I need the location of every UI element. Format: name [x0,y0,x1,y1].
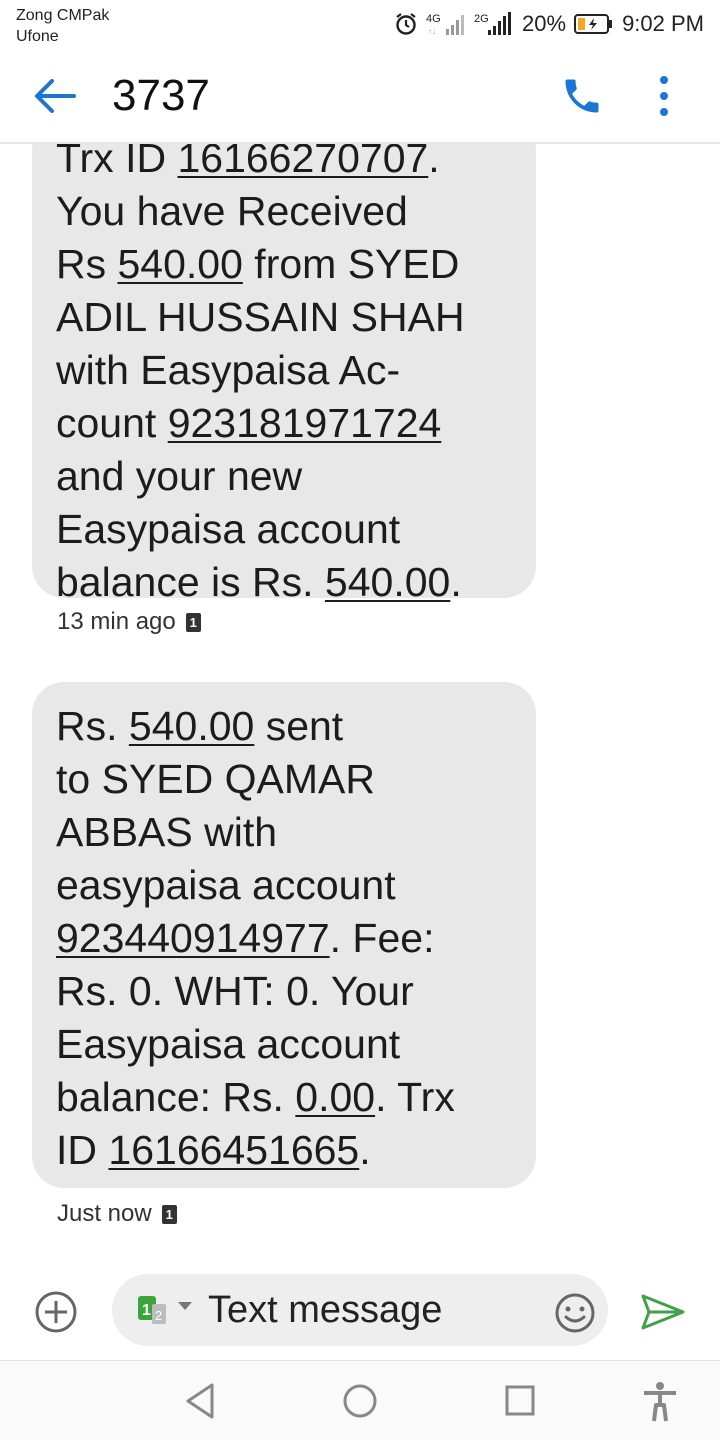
message-line: Easypaisa account [56,506,401,552]
message-line: You have Received [56,188,408,234]
message-line: Rs. 540.00 sent [56,703,344,749]
sim-primary-label: 1 [142,1302,151,1319]
message-line: balance is Rs. 540.00. [56,559,462,605]
send-icon[interactable] [640,1292,686,1332]
message-line: Easypaisa account [56,1021,401,1067]
add-circle-icon[interactable] [34,1290,78,1334]
message-line: count 923181971724 [56,400,442,446]
message-input[interactable]: Text message [208,1286,442,1334]
message-link[interactable]: 0.00 [295,1074,375,1120]
message-line: ABBAS with [56,809,278,855]
message-thread[interactable]: Trx ID 16166270707. You have Received Rs… [0,0,720,1440]
phone-icon[interactable] [560,74,604,118]
message-link[interactable]: 923181971724 [168,400,442,446]
message-time: 13 min ago [57,608,176,635]
nav-home-icon[interactable] [342,1381,378,1421]
message-line: Rs. 0. WHT: 0. Your [56,968,414,1014]
navigation-bar [0,1360,720,1440]
message-line: easypaisa account [56,862,396,908]
message-line: and your new [56,453,303,499]
accessibility-icon[interactable] [642,1381,678,1423]
sim-badge: 1 [185,612,201,632]
nav-recents-icon[interactable] [504,1381,536,1421]
message-bubble[interactable]: Trx ID 16166270707. You have Received Rs… [32,118,536,605]
message-time: Just now [57,1200,152,1227]
message-line: Rs 540.00 from SYED [56,241,460,287]
message-link[interactable]: 923440914977 [56,915,330,961]
message-line: to SYED QAMAR [56,756,375,802]
message-composer[interactable]: 1 2 Text message [112,1274,608,1346]
message-link[interactable]: 16166451665 [108,1127,359,1173]
message-line: 923440914977. Fee: [56,915,435,961]
message-meta: Just now 1 [57,1200,177,1228]
nav-back-icon[interactable] [184,1381,216,1421]
message-link[interactable]: 540.00 [325,559,450,605]
message-line: ID 16166451665. [56,1127,371,1173]
app-bar: 3737 [0,48,720,144]
sim-badge: 1 [161,1204,177,1224]
message-link[interactable]: 540.00 [129,703,254,749]
more-vert-icon[interactable] [648,72,680,120]
sim-secondary-label: 2 [155,1308,162,1323]
message-line: with Easypaisa Ac- [56,347,401,393]
message-meta: 13 min ago 1 [57,608,201,636]
message-line: balance: Rs. 0.00. Trx [56,1074,455,1120]
conversation-title: 3737 [112,71,210,120]
message-bubble[interactable]: Rs. 540.00 sent to SYED QAMAR ABBAS with… [32,682,536,1188]
message-line: ADIL HUSSAIN SHAH [56,294,465,340]
sim-select-icon[interactable]: 1 2 [136,1292,206,1328]
smiley-icon[interactable] [554,1292,596,1334]
message-link[interactable]: 540.00 [118,241,243,287]
arrow-left-icon[interactable] [30,76,78,116]
